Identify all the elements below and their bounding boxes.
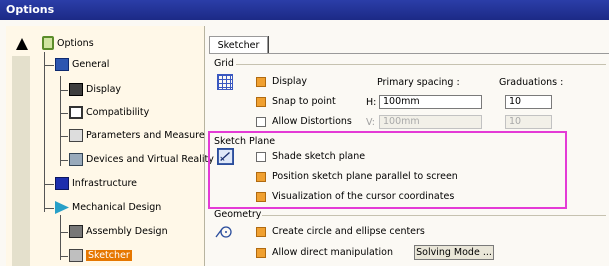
- v-graduations-field[interactable]: 10: [505, 115, 552, 129]
- mechanical-design-icon: [55, 201, 69, 214]
- tree-item-label: Display: [86, 84, 122, 95]
- tree-item-assembly-design[interactable]: Assembly Design: [69, 225, 168, 238]
- display-grid-option[interactable]: Display: [256, 76, 307, 87]
- general-icon: [55, 58, 69, 71]
- sketch-plane-highlight: [208, 131, 567, 209]
- snap-to-point-checkbox[interactable]: [256, 96, 266, 107]
- tree-connector: [60, 215, 61, 260]
- tree-item-general[interactable]: General: [55, 58, 109, 71]
- parameters-icon: [69, 129, 83, 142]
- display-grid-checkbox[interactable]: [256, 76, 266, 87]
- tree-connector: [60, 136, 68, 137]
- tree-connector: [44, 208, 54, 209]
- direct-manipulation-label: Allow direct manipulation: [272, 247, 394, 258]
- tree-item-display[interactable]: Display: [69, 83, 121, 96]
- geometry-section-title: Geometry: [214, 209, 262, 220]
- title-bar: Options: [0, 0, 609, 20]
- tab-divider: [268, 36, 269, 54]
- tree-connector: [60, 90, 68, 91]
- direct-manipulation-option[interactable]: Allow direct manipulation: [256, 247, 393, 258]
- tab-sketcher[interactable]: Sketcher: [209, 36, 268, 54]
- infrastructure-icon: [55, 177, 69, 190]
- tree-item-options[interactable]: Options: [42, 36, 94, 50]
- tree-item-label: Parameters and Measure: [86, 130, 205, 141]
- allow-distortions-option[interactable]: Allow Distortions: [256, 116, 352, 127]
- tab-underline: [209, 53, 609, 54]
- options-icon: [42, 36, 54, 50]
- allow-distortions-label: Allow Distortions: [272, 116, 352, 127]
- assembly-design-icon: [69, 225, 83, 238]
- tree-connector: [44, 52, 45, 212]
- h-graduations-field[interactable]: 10: [505, 95, 552, 109]
- tree-item-infrastructure[interactable]: Infrastructure: [55, 177, 137, 190]
- section-divider: [262, 215, 606, 216]
- tree-item-label: Sketcher: [86, 250, 132, 261]
- devices-icon: [69, 153, 83, 166]
- tree-connector: [44, 65, 54, 66]
- tree-item-parameters-and-measure[interactable]: Parameters and Measure: [69, 129, 205, 142]
- grid-icon: [217, 74, 233, 90]
- tree-item-mechanical-design[interactable]: Mechanical Design: [55, 201, 161, 214]
- tree-item-devices-and-virtual-reality[interactable]: Devices and Virtual Reality: [69, 153, 214, 166]
- tree-connector: [60, 113, 68, 114]
- tree-scrollbar[interactable]: [12, 56, 30, 266]
- sketcher-icon: [69, 249, 83, 262]
- circle-centers-icon: [214, 224, 234, 243]
- tree-item-label: Devices and Virtual Reality: [86, 154, 214, 165]
- tree-item-label: Options: [57, 37, 94, 49]
- display-icon: [69, 83, 83, 96]
- circle-centers-option[interactable]: Create circle and ellipse centers: [256, 226, 425, 237]
- section-divider: [236, 64, 606, 65]
- tree-connector: [60, 232, 68, 233]
- primary-spacing-header: Primary spacing :: [377, 77, 460, 88]
- graduations-header: Graduations :: [499, 77, 564, 88]
- window-title: Options: [6, 3, 55, 16]
- circle-centers-checkbox[interactable]: [256, 226, 266, 237]
- compatibility-icon: [69, 106, 83, 119]
- solving-mode-button[interactable]: Solving Mode ...: [414, 245, 494, 260]
- tree-scroll-up-icon[interactable]: [16, 38, 28, 50]
- tree-item-label: Assembly Design: [86, 226, 168, 237]
- direct-manipulation-checkbox[interactable]: [256, 247, 266, 258]
- h-spacing-field[interactable]: 100mm: [379, 95, 482, 109]
- allow-distortions-checkbox[interactable]: [256, 116, 266, 127]
- tree-connector: [60, 160, 68, 161]
- display-grid-label: Display: [272, 76, 308, 87]
- h-label: H:: [366, 97, 377, 108]
- v-spacing-field[interactable]: 100mm: [379, 115, 482, 129]
- tree-item-sketcher[interactable]: Sketcher: [69, 249, 132, 262]
- snap-to-point-label: Snap to point: [272, 96, 336, 107]
- tree-item-label: Compatibility: [86, 107, 150, 118]
- grid-section-title: Grid: [214, 58, 234, 69]
- tree-item-compatibility[interactable]: Compatibility: [69, 106, 149, 119]
- tree-item-label: General: [72, 59, 110, 70]
- tree-item-label: Infrastructure: [72, 178, 138, 189]
- v-label: V:: [366, 117, 375, 128]
- tree-connector: [60, 256, 68, 257]
- circle-centers-label: Create circle and ellipse centers: [272, 226, 425, 237]
- tree-item-label: Mechanical Design: [72, 202, 162, 213]
- snap-to-point-option[interactable]: Snap to point: [256, 96, 336, 107]
- tree-connector: [44, 184, 54, 185]
